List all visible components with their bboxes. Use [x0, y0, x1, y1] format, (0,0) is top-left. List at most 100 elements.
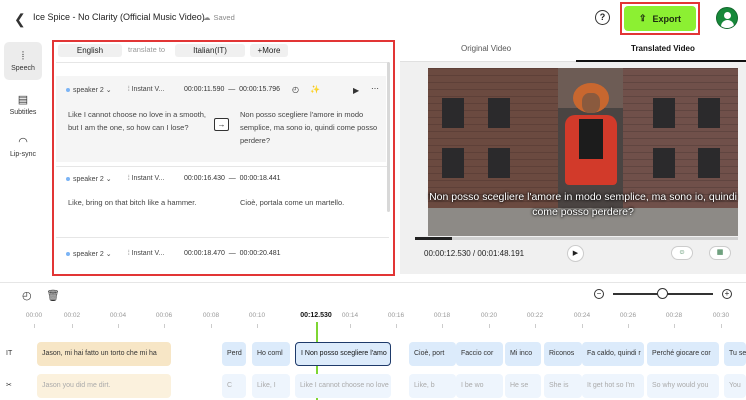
export-button[interactable]: ⇪ Export	[624, 6, 696, 31]
timeline-ruler[interactable]: 00:00 00:02 00:04 00:06 00:08 00:10 00:12.530 0…	[0, 306, 746, 328]
source-text[interactable]: Like, bring on that bitch like a hammer.	[68, 196, 213, 209]
timeline-tick-label: 00:06	[155, 312, 173, 319]
source-clip[interactable]: Like I cannot choose no love in a	[295, 374, 391, 398]
document-title: Ice Spice - No Clarity (Official Music V…	[33, 12, 205, 22]
speaker-dot	[66, 177, 70, 182]
video-time: 00:00:12.530 / 00:01:48.191	[424, 249, 525, 258]
voice-select[interactable]: ⦙ Instant V...	[128, 86, 164, 94]
zoom-out-icon[interactable]: −	[594, 289, 604, 299]
source-text[interactable]: Like I cannot choose no love in a smooth…	[68, 108, 213, 134]
speed-icon[interactable]: ◴	[292, 85, 299, 94]
tab-original-video[interactable]: Original Video	[461, 44, 511, 53]
speaker-select[interactable]: speaker 2 ⌄	[66, 250, 112, 258]
tab-translated-video[interactable]: Translated Video	[631, 44, 695, 53]
divider	[56, 166, 389, 167]
translated-clip[interactable]: Cioè, port	[409, 342, 456, 366]
performer-face	[582, 93, 600, 113]
translated-clip[interactable]: Perd	[222, 342, 246, 366]
source-clip[interactable]: C	[222, 374, 246, 398]
target-text[interactable]: Non posso scegliere l'amore in modo semp…	[240, 108, 385, 147]
source-clip[interactable]: She is	[544, 374, 582, 398]
divider	[56, 237, 389, 238]
video-window	[488, 148, 510, 178]
translated-clip[interactable]: Perché giocare cor	[647, 342, 719, 366]
translated-clip[interactable]: Jason, mi hai fatto un torto che mi ha	[37, 342, 171, 366]
subtitle-toggle-icon[interactable]: ▦	[709, 246, 731, 260]
source-clip[interactable]: It get hot so I'm	[582, 374, 644, 398]
source-clip[interactable]: You	[724, 374, 746, 398]
translated-clip[interactable]: Faccio cor	[456, 342, 503, 366]
voice-select[interactable]: ⦙ Instant V...	[128, 250, 164, 258]
translated-clip[interactable]: Mi inco	[505, 342, 541, 366]
segment-row[interactable]: speaker 2 ⌄ ⦙ Instant V... 00:00:11.590 …	[56, 76, 386, 162]
more-languages-button[interactable]: +More	[250, 44, 288, 57]
speaker-select[interactable]: speaker 2 ⌄	[66, 86, 112, 94]
translated-clip[interactable]: Fa caldo, quindi r	[582, 342, 644, 366]
timeline-tick	[164, 324, 165, 328]
source-language-select[interactable]: English	[58, 44, 122, 57]
translated-clip[interactable]: Tu sei	[724, 342, 746, 366]
voice-label: Instant V...	[131, 250, 165, 257]
back-arrow-icon[interactable]: ❮	[14, 10, 28, 28]
zoom-slider-handle[interactable]	[657, 288, 668, 299]
source-track-icon: ✂	[6, 382, 12, 389]
lips-icon: ◠	[18, 135, 28, 148]
translated-clip[interactable]: Ho coml	[252, 342, 290, 366]
timeline-tick	[582, 324, 583, 328]
timeline-tick-label: 00:00	[25, 312, 43, 319]
top-bar: ❮ Ice Spice - No Clarity (Official Music…	[0, 0, 746, 38]
timeline-tick-label: 00:12.530	[300, 312, 332, 319]
segment-row[interactable]: speaker 2 ⌄ ⦙ Instant V... 00:00:18.470 …	[56, 240, 386, 270]
voice-toggle-icon[interactable]: ☺	[671, 246, 693, 260]
time-dash: —	[228, 175, 236, 182]
speaker-select[interactable]: speaker 2 ⌄	[66, 175, 112, 183]
end-time: 00:00:20.481	[239, 250, 281, 257]
rail-item-lip-sync[interactable]: ◠ Lip-sync	[4, 128, 42, 166]
timeline-tick	[34, 324, 35, 328]
rail-item-subtitles[interactable]: ▤ Subtitles	[4, 86, 42, 124]
source-clip[interactable]: So why would you	[647, 374, 719, 398]
video-window	[698, 148, 720, 178]
play-segment-icon[interactable]: ▶	[353, 86, 359, 95]
source-clip[interactable]: Like, b	[409, 374, 456, 398]
source-clip[interactable]: Jason you did me dirt.	[37, 374, 171, 398]
source-clip[interactable]: Like, I	[252, 374, 290, 398]
timeline-tick-label: 00:30	[712, 312, 730, 319]
segment-row[interactable]: speaker 2 ⌄ ⦙ Instant V... 00:00:16.430 …	[56, 168, 386, 234]
source-clip[interactable]: He se	[505, 374, 541, 398]
speaker-label: speaker 2	[73, 251, 104, 258]
target-language-select[interactable]: Italian(IT)	[175, 44, 245, 57]
timeline-tick	[442, 324, 443, 328]
segment-times[interactable]: 00:00:16.430 — 00:00:18.441	[184, 175, 281, 182]
export-label: Export	[652, 13, 682, 24]
delete-icon[interactable]: 🗑	[46, 289, 60, 302]
segment-times[interactable]: 00:00:18.470 — 00:00:20.481	[184, 250, 281, 257]
divider	[56, 62, 389, 63]
apply-translation-icon[interactable]: →	[214, 118, 229, 131]
speed-icon[interactable]: ◴	[22, 289, 32, 302]
saved-label: Saved	[213, 13, 235, 22]
end-time: 00:00:18.441	[239, 175, 281, 182]
magic-wand-icon[interactable]: ✨	[310, 85, 320, 94]
video-window	[698, 98, 720, 128]
translated-clip[interactable]: Riconos	[544, 342, 582, 366]
timeline-tick-label: 00:08	[202, 312, 220, 319]
user-avatar[interactable]	[716, 7, 738, 29]
target-text[interactable]: Cioè, portala come un martello.	[240, 196, 385, 209]
source-clip[interactable]: I be wo	[456, 374, 503, 398]
segment-times[interactable]: 00:00:11.590 — 00:00:15.796	[184, 86, 280, 93]
video-progress-bar[interactable]	[415, 237, 738, 240]
rail-item-speech[interactable]: ⦙ Speech	[4, 42, 42, 80]
video-play-button[interactable]: ▶	[567, 245, 584, 262]
voice-select[interactable]: ⦙ Instant V...	[128, 175, 164, 183]
zoom-in-icon[interactable]: +	[722, 289, 732, 299]
more-options-icon[interactable]: ⋯	[371, 84, 379, 93]
help-button[interactable]: ?	[595, 10, 610, 25]
editor-scrollbar[interactable]	[387, 62, 390, 212]
timeline-tick	[674, 324, 675, 328]
video-subtitle: Non posso scegliere l'amore in modo semp…	[429, 191, 737, 218]
timeline-tick-label: 00:20	[480, 312, 498, 319]
app-root: ❮ Ice Spice - No Clarity (Official Music…	[0, 0, 746, 400]
timeline-tick	[489, 324, 490, 328]
translated-clip[interactable]: I Non posso scegliere l'amo	[295, 342, 391, 366]
